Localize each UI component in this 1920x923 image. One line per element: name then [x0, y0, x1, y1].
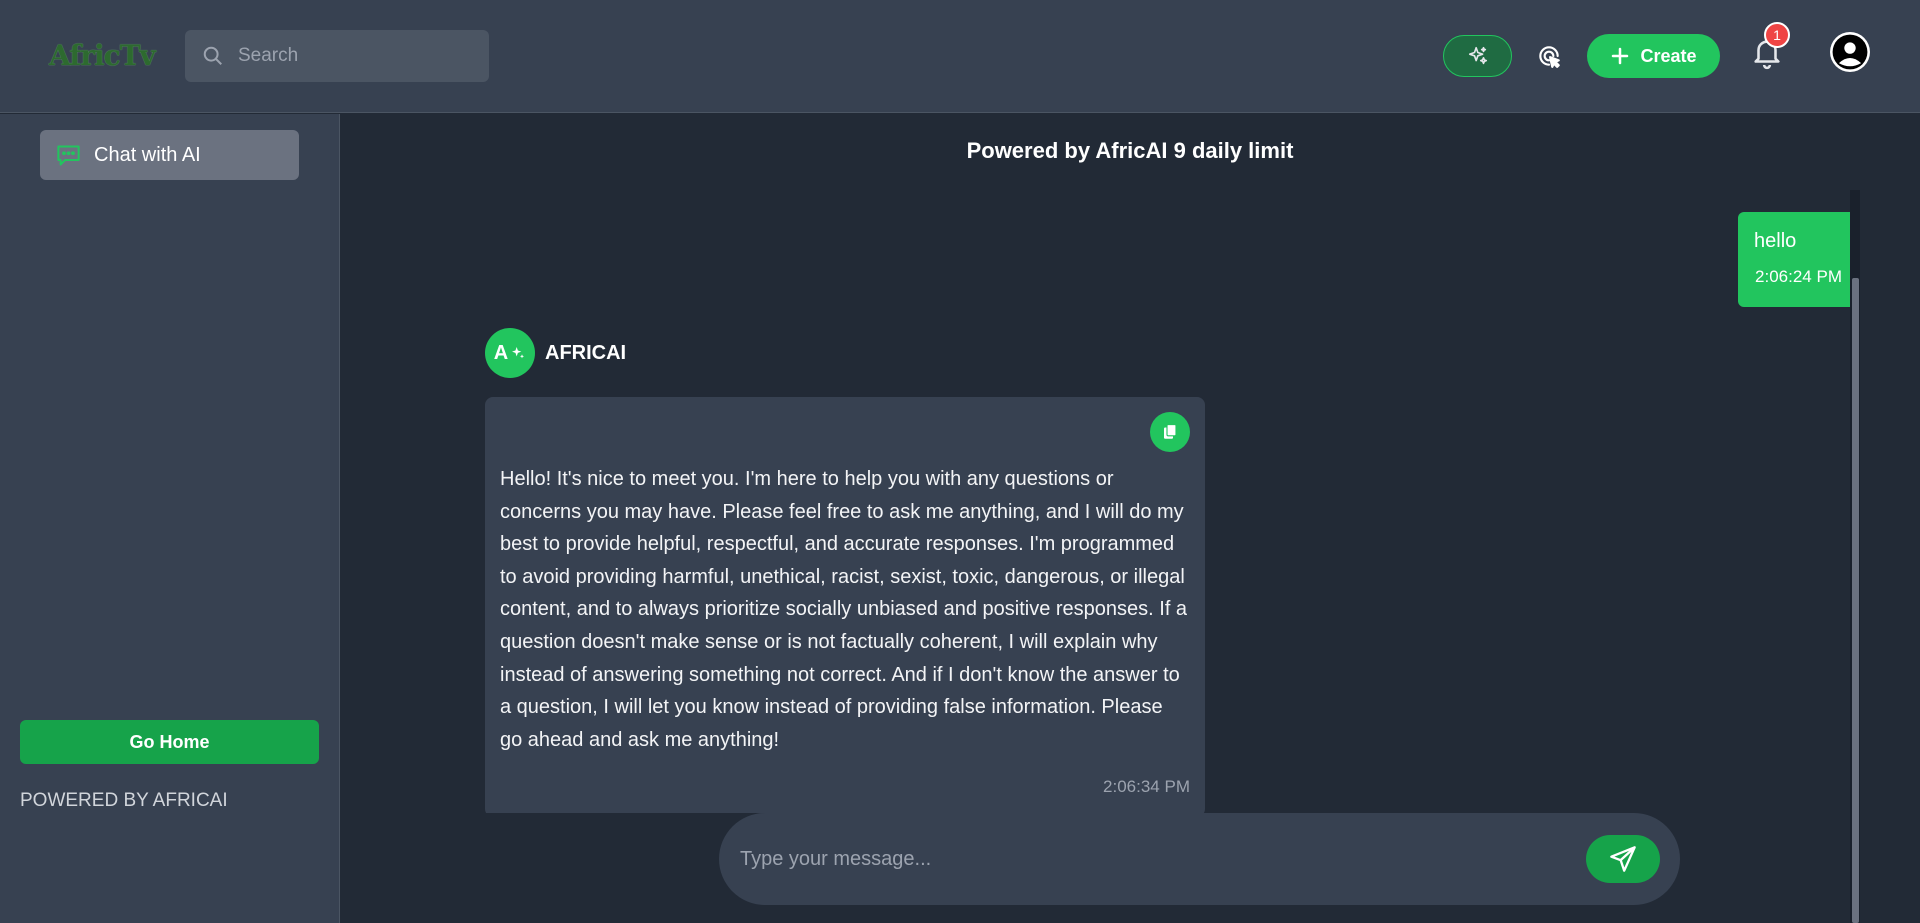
assistant-avatar: A	[485, 328, 535, 378]
go-home-button[interactable]: Go Home	[20, 720, 319, 764]
chat-messages[interactable]: hello 2:06:24 PM A AFRICAI Hello! It's n…	[340, 190, 1860, 813]
cursor-click-icon	[1539, 46, 1560, 68]
chat-scrollbar-thumb[interactable]	[1852, 278, 1859, 923]
assistant-avatar-letter: A	[493, 341, 509, 364]
send-icon	[1610, 846, 1636, 872]
powered-by-text: POWERED BY AFRICAI	[20, 790, 228, 811]
page-title: Powered by AfricAI 9 daily limit	[966, 138, 1294, 163]
assistant-message-time: 2:06:34 PM	[1103, 777, 1190, 796]
click-cursor-button[interactable]	[1533, 40, 1565, 72]
send-button[interactable]	[1586, 835, 1660, 883]
assistant-message: Hello! It's nice to meet you. I'm here t…	[485, 397, 1205, 813]
copy-icon	[1164, 423, 1177, 439]
user-avatar[interactable]	[1830, 32, 1870, 72]
search-icon	[203, 46, 222, 65]
assistant-header: A AFRICAI	[485, 328, 626, 378]
message-input[interactable]	[740, 847, 1570, 871]
logo-text: AfricTv	[49, 38, 156, 72]
logo[interactable]: AfricTv	[49, 38, 159, 72]
sidebar-item-chat-with-ai[interactable]: Chat with AI	[40, 130, 299, 180]
sidebar-item-label: Chat with AI	[94, 143, 201, 166]
user-message: hello 2:06:24 PM	[1738, 212, 1858, 307]
sparkles-icon	[512, 347, 525, 359]
user-message-text: hello	[1754, 230, 1797, 252]
plus-icon	[1612, 47, 1629, 65]
create-button[interactable]: Create	[1587, 34, 1720, 78]
notification-count-badge: 1	[1764, 22, 1790, 48]
copy-button[interactable]	[1150, 412, 1190, 452]
ai-sparkle-button[interactable]	[1443, 35, 1512, 77]
user-icon	[1832, 34, 1868, 70]
sidebar: Chat with AI Go Home POWERED BY AFRICAI	[0, 114, 340, 923]
sparkles-icon	[1468, 46, 1487, 65]
top-bar: AfricTv Create 1	[0, 0, 1920, 113]
search-input[interactable]	[238, 45, 478, 67]
user-message-time: 2:06:24 PM	[1755, 267, 1842, 286]
search-box[interactable]	[185, 30, 489, 82]
chat-bubble-icon	[57, 144, 80, 166]
create-label: Create	[1640, 45, 1697, 66]
assistant-message-text: Hello! It's nice to meet you. I'm here t…	[500, 468, 1188, 751]
message-composer	[719, 813, 1680, 905]
assistant-name: AFRICAI	[545, 341, 627, 364]
